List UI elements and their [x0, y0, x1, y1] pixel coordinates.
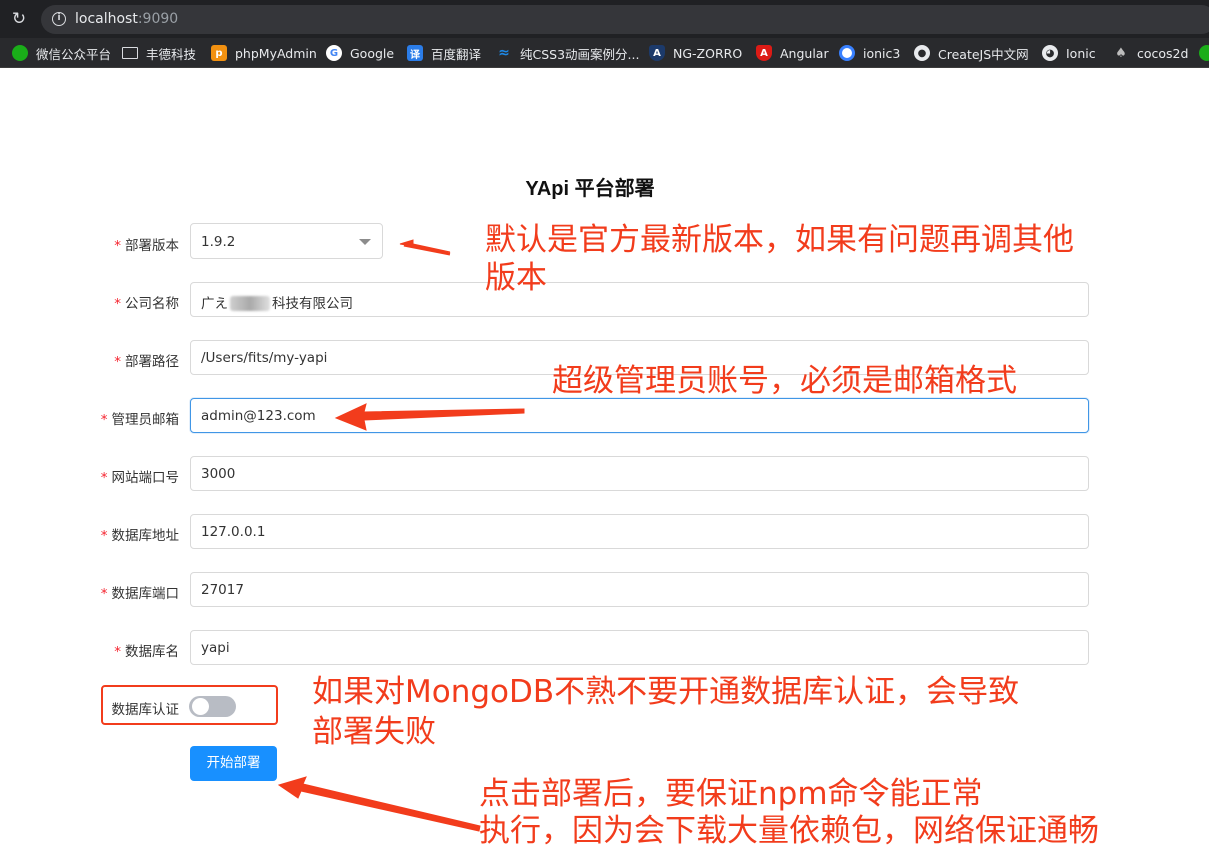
annotation-version-line1: 默认是官方最新版本，如果有问题再调其他 — [485, 222, 1074, 258]
bookmark-cocos2d[interactable]: ♠ cocos2d — [1113, 43, 1188, 63]
bookmark-label: 纯CSS3动画案例分... — [520, 46, 640, 62]
admin-email-value: admin@123.com — [201, 408, 316, 424]
port-input[interactable]: 3000 — [190, 456, 1089, 491]
port-value: 3000 — [201, 466, 236, 482]
ng-zorro-icon: A — [649, 45, 665, 61]
annotation-highlight-box — [101, 685, 278, 725]
bookmark-angular[interactable]: A Angular — [756, 43, 829, 63]
globe-icon: ● — [914, 45, 930, 61]
wechat-icon — [12, 45, 28, 61]
annotation-deploy-line1: 点击部署后，要保证npm命令能正常 — [479, 776, 983, 812]
info-icon[interactable]: i — [52, 12, 66, 26]
admin-email-input[interactable]: admin@123.com — [190, 398, 1089, 433]
css3-icon: ≈ — [498, 45, 510, 61]
annotation-auth-line2: 部署失败 — [312, 714, 436, 750]
url-text[interactable]: localhost:9090 — [75, 11, 178, 27]
bookmark-ionic3[interactable]: ionic3 — [839, 43, 900, 63]
baidu-translate-icon: 译 — [407, 45, 423, 61]
db-name-value: yapi — [201, 640, 230, 656]
version-label: * 部署版本 — [114, 238, 179, 254]
bookmark-css3[interactable]: ≈ 纯CSS3动画案例分... — [496, 43, 639, 63]
bookmark-ionic[interactable]: ◕ Ionic — [1042, 43, 1096, 63]
bookmark-phpmyadmin[interactable]: p phpMyAdmin — [211, 43, 317, 63]
arrow-to-deploy — [277, 776, 481, 832]
arrow-to-version — [399, 239, 451, 253]
bookmark-ng-zorro[interactable]: A NG-ZORRO — [649, 43, 742, 63]
ionic-icon — [839, 45, 855, 61]
db-name-input[interactable]: yapi — [190, 630, 1089, 665]
admin-email-label: * 管理员邮箱 — [100, 412, 179, 428]
company-label: * 公司名称 — [114, 296, 179, 312]
bookmark-wechat-2[interactable] — [1199, 43, 1209, 63]
url-port: :9090 — [137, 11, 179, 27]
db-address-label: * 数据库地址 — [100, 528, 179, 544]
annotation-admin-email: 超级管理员账号，必须是邮箱格式 — [552, 363, 1017, 399]
company-input[interactable]: 广え 科技有限公司 — [190, 282, 1089, 317]
db-address-value: 127.0.0.1 — [201, 524, 266, 540]
path-value: /Users/fits/my-yapi — [201, 350, 328, 366]
bookmark-label: 百度翻译 — [431, 46, 482, 62]
bookmark-label: ionic3 — [863, 45, 901, 61]
reload-icon[interactable]: ↻ — [10, 10, 28, 28]
version-select[interactable]: 1.9.2 — [190, 223, 383, 259]
bookmark-createjs[interactable]: ● CreateJS中文网 — [914, 43, 1029, 63]
bookmark-label: Google — [350, 45, 395, 61]
address-bar[interactable]: i localhost:9090 — [41, 5, 1209, 34]
bookmark-label: 微信公众平台 — [36, 46, 112, 62]
redaction-blur — [230, 296, 270, 311]
annotation-deploy-line2: 执行，因为会下载大量依赖包，网络保证通畅 — [479, 813, 1099, 849]
db-name-label: * 数据库名 — [114, 644, 179, 660]
bookmark-label: CreateJS中文网 — [938, 46, 1029, 62]
url-host: localhost — [75, 11, 138, 27]
db-port-label: * 数据库端口 — [100, 586, 179, 602]
bookmark-baidu-translate[interactable]: 译百度翻译 — [407, 43, 481, 63]
annotation-auth-line1: 如果对MongoDB不熟不要开通数据库认证，会导致 — [312, 674, 1020, 710]
browser-toolbar: ↻ i localhost:9090 — [0, 0, 1209, 38]
phpmyadmin-icon: p — [211, 45, 227, 61]
bookmark-label: Ionic — [1066, 45, 1096, 61]
bookmark-label: cocos2d — [1137, 45, 1189, 61]
google-icon: G — [326, 45, 342, 61]
bookmark-label: 丰德科技 — [146, 46, 197, 62]
path-label: * 部署路径 — [114, 354, 179, 370]
chevron-down-icon — [359, 239, 371, 245]
port-label: * 网站端口号 — [100, 470, 179, 486]
bookmark-label: phpMyAdmin — [235, 45, 317, 61]
bookmark-wechat[interactable]: 微信公众平台 — [12, 43, 111, 63]
bookmarks-bar: 微信公众平台 丰德科技 p phpMyAdmin G Google 译百度翻译 ≈ 纯… — [0, 38, 1209, 68]
start-deploy-button[interactable]: 开始部署 — [190, 746, 277, 781]
annotation-version-line2: 版本 — [485, 260, 547, 296]
db-port-value: 27017 — [201, 582, 244, 598]
angular-icon: A — [756, 45, 772, 61]
bookmark-google[interactable]: G Google — [326, 43, 394, 63]
github-icon: ◕ — [1042, 45, 1058, 61]
bookmark-folder[interactable]: 丰德科技 — [122, 43, 196, 63]
wechat-icon — [1199, 45, 1209, 61]
cocos-icon: ♠ — [1115, 45, 1127, 61]
bookmark-label: Angular — [780, 45, 829, 61]
company-value-suffix: 科技有限公司 — [272, 296, 353, 312]
db-address-input[interactable]: 127.0.0.1 — [190, 514, 1089, 549]
folder-icon — [122, 47, 138, 59]
page-title: YApi 平台部署 — [525, 178, 655, 200]
db-port-input[interactable]: 27017 — [190, 572, 1089, 607]
version-value: 1.9.2 — [201, 234, 236, 250]
bookmark-label: NG-ZORRO — [673, 45, 743, 61]
company-value-prefix: 广え — [201, 296, 228, 312]
